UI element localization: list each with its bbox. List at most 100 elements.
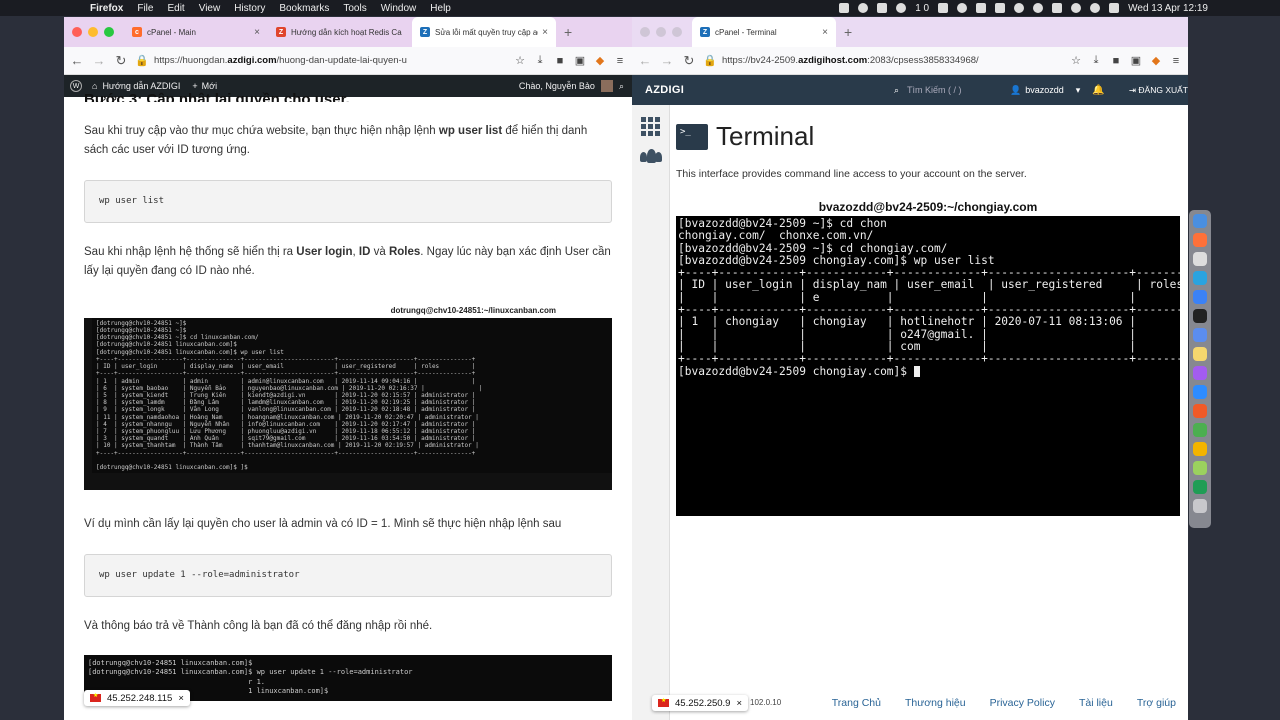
- status-app-icon[interactable]: [839, 3, 850, 13]
- status-app-icon[interactable]: [976, 3, 987, 13]
- app-icon[interactable]: [1193, 423, 1207, 437]
- logout-button[interactable]: ⇥ ĐĂNG XUẤT: [1129, 85, 1188, 96]
- new-tab-button[interactable]: +: [564, 24, 572, 40]
- close-window-button[interactable]: [72, 27, 82, 37]
- user-menu[interactable]: 👤 bvazozdd ▾: [1010, 85, 1080, 96]
- downloads-icon[interactable]: ⤓: [534, 54, 546, 67]
- close-tab-icon[interactable]: ×: [542, 27, 548, 38]
- notes-icon[interactable]: [1193, 347, 1207, 361]
- status-check-icon[interactable]: [858, 3, 869, 13]
- forward-button[interactable]: →: [660, 53, 674, 68]
- footer-link-brand[interactable]: Thương hiệu: [905, 697, 966, 709]
- bluetooth-icon[interactable]: [1033, 3, 1044, 13]
- back-button[interactable]: ←: [70, 53, 84, 68]
- wordpress-logo-icon[interactable]: W: [70, 80, 82, 92]
- users-icon[interactable]: [639, 149, 662, 163]
- tab-cpanel-terminal[interactable]: Z cPanel - Terminal ×: [692, 17, 836, 47]
- telegram-icon[interactable]: [1014, 3, 1025, 13]
- app-icon[interactable]: [1193, 480, 1207, 494]
- wifi-icon[interactable]: [1071, 3, 1082, 13]
- grid-apps-icon[interactable]: [640, 117, 662, 136]
- bookmark-star-icon[interactable]: ☆: [1070, 55, 1082, 67]
- terminal-icon[interactable]: [1193, 309, 1207, 323]
- menu-file[interactable]: File: [137, 3, 153, 14]
- extension-icon[interactable]: ▣: [574, 55, 586, 67]
- menu-edit[interactable]: Edit: [167, 3, 184, 14]
- app-icon[interactable]: [1193, 328, 1207, 342]
- menu-tools[interactable]: Tools: [343, 3, 366, 14]
- ip-address-badge[interactable]: 45.252.248.115 ×: [84, 690, 190, 706]
- bookmark-star-icon[interactable]: ☆: [514, 55, 526, 67]
- reload-button[interactable]: ↻: [682, 53, 696, 69]
- battery-icon[interactable]: [1052, 3, 1063, 13]
- finder-icon[interactable]: [1193, 214, 1207, 228]
- control-center-icon[interactable]: [1109, 3, 1120, 13]
- close-tab-icon[interactable]: ×: [822, 27, 828, 38]
- menubar-clock[interactable]: Wed 13 Apr 12:19: [1128, 3, 1208, 14]
- footer-link-docs[interactable]: Tài liệu: [1079, 697, 1113, 709]
- app-icon[interactable]: [1193, 461, 1207, 475]
- firefox-icon[interactable]: [1193, 233, 1207, 247]
- menu-history[interactable]: History: [234, 3, 265, 14]
- cpanel-search[interactable]: ⌕ Tìm Kiếm ( / ): [894, 85, 962, 96]
- new-tab-button[interactable]: +: [844, 24, 852, 40]
- menu-bookmarks[interactable]: Bookmarks: [279, 3, 329, 14]
- chrome-icon[interactable]: [1193, 442, 1207, 456]
- terminal-line: [dotrungq@chv10-24851 linuxcanban.com]$ …: [96, 348, 284, 356]
- status-app-icon[interactable]: [877, 3, 888, 13]
- status-p-icon[interactable]: [896, 3, 907, 13]
- tab-cpanel-main[interactable]: c cPanel - Main ×: [124, 17, 268, 47]
- zoom-window-button[interactable]: [672, 27, 682, 37]
- back-button[interactable]: ←: [638, 53, 652, 68]
- metamask-icon[interactable]: ◆: [1150, 55, 1162, 67]
- reload-button[interactable]: ↻: [114, 53, 128, 69]
- tab-active-article[interactable]: Z Sửa lỗi mất quyền truy cập adm ×: [412, 17, 556, 47]
- app-icon[interactable]: [1193, 404, 1207, 418]
- search-icon[interactable]: ⌕: [619, 81, 624, 92]
- code-block[interactable]: wp user list: [84, 179, 612, 223]
- tab-redis-guide[interactable]: Z Hướng dẫn kích hoạt Redis Ca: [268, 17, 412, 47]
- downloads-icon[interactable]: ⤓: [1090, 54, 1102, 67]
- search-input[interactable]: Tìm Kiếm ( / ): [907, 85, 962, 95]
- close-window-button[interactable]: [640, 27, 650, 37]
- zoom-icon[interactable]: [1193, 385, 1207, 399]
- zoom-window-button[interactable]: [104, 27, 114, 37]
- footer-link-help[interactable]: Trợ giúp: [1137, 697, 1176, 709]
- app-icon[interactable]: [1193, 252, 1207, 266]
- footer-link-privacy[interactable]: Privacy Policy: [990, 697, 1055, 709]
- terminal-line: | 9 | system_longk | Văn Long | vanlong@…: [96, 406, 476, 414]
- messenger-icon[interactable]: [1193, 366, 1207, 380]
- extension-icon[interactable]: ■: [1110, 55, 1122, 67]
- extension-icon[interactable]: ▣: [1130, 55, 1142, 67]
- status-app-icon[interactable]: [957, 3, 968, 13]
- notification-bell-icon[interactable]: 🔔: [1092, 85, 1104, 96]
- footer-link-home[interactable]: Trang Chủ: [832, 697, 881, 709]
- telegram-icon[interactable]: [1193, 271, 1207, 285]
- menu-help[interactable]: Help: [430, 3, 451, 14]
- extension-icon[interactable]: ■: [554, 55, 566, 67]
- close-icon[interactable]: ×: [736, 698, 742, 709]
- code-block[interactable]: wp user update 1 --role=administrator: [84, 553, 612, 597]
- forward-button[interactable]: →: [92, 53, 106, 68]
- close-icon[interactable]: ×: [178, 693, 184, 704]
- metamask-icon[interactable]: ◆: [594, 55, 606, 67]
- ip-address-badge[interactable]: 45.252.250.9 ×: [652, 695, 749, 711]
- menu-window[interactable]: Window: [381, 3, 417, 14]
- minimize-window-button[interactable]: [656, 27, 666, 37]
- mail-icon[interactable]: [1193, 290, 1207, 304]
- minimize-window-button[interactable]: [88, 27, 98, 37]
- trash-icon[interactable]: [1193, 499, 1207, 513]
- status-app-icon[interactable]: [938, 3, 949, 13]
- menu-firefox[interactable]: Firefox: [90, 3, 123, 14]
- close-tab-icon[interactable]: ×: [254, 27, 260, 38]
- menu-view[interactable]: View: [199, 3, 221, 14]
- menu-icon[interactable]: ≡: [614, 55, 626, 67]
- spotlight-icon[interactable]: [1090, 3, 1101, 13]
- cpanel-brand[interactable]: AZDIGI: [645, 84, 684, 96]
- address-bar[interactable]: 🔒 https://huongdan.azdigi.com/huong-dan-…: [136, 50, 506, 72]
- terminal-line: | 10 | system_thanhtam | Thành Tâm | tha…: [96, 442, 479, 450]
- terminal-console[interactable]: [bvazozdd@bv24-2509 ~]$ cd chon chongiay.…: [676, 216, 1180, 516]
- menu-icon[interactable]: ≡: [1170, 55, 1182, 67]
- status-app-icon[interactable]: [995, 3, 1006, 13]
- address-bar[interactable]: 🔒 https://bv24-2509.azdigihost.com:2083/…: [704, 50, 1062, 72]
